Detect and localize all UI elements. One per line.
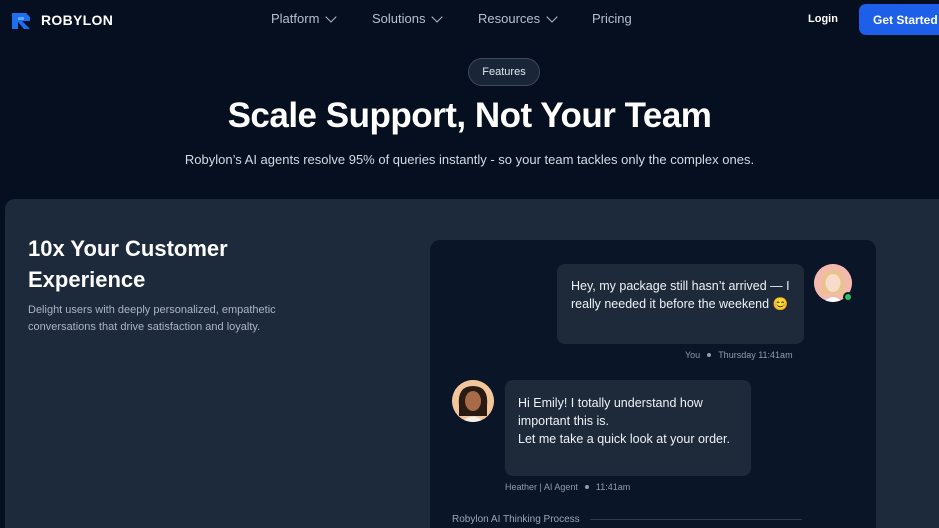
- nav-resources-label: Resources: [478, 11, 541, 26]
- nav-pricing-label: Pricing: [592, 11, 632, 26]
- nav-pricing[interactable]: Pricing: [592, 11, 632, 26]
- heather-avatar: [452, 380, 494, 422]
- nav-platform-label: Platform: [271, 11, 320, 26]
- brand-logo[interactable]: ROBYLON: [10, 9, 113, 31]
- get-started-button[interactable]: Get Started: [859, 4, 939, 35]
- chevron-down-icon: [546, 10, 558, 23]
- feature-title: 10x Your Customer Experience: [28, 236, 228, 292]
- chevron-down-icon: [325, 10, 338, 23]
- thinking-process-label: Robylon AI Thinking Process: [452, 514, 580, 525]
- features-badge: Features: [468, 58, 540, 86]
- divider-line: [589, 519, 802, 520]
- nav-solutions[interactable]: Solutions: [372, 10, 444, 26]
- user-sender: You: [685, 350, 701, 360]
- feature-description: Delight users with deeply personalized, …: [28, 304, 276, 333]
- user-message-time: Thursday 11:41am: [718, 350, 793, 360]
- hero-subtitle: Robylon’s AI agents resolve 95% of queri…: [184, 152, 755, 167]
- login-link[interactable]: Login: [808, 13, 838, 25]
- top-navbar: ROBYLON Platform Solutions Resources Pri…: [0, 0, 939, 40]
- user-message-bubble: Hey, my package still hasn’t arrived — I…: [557, 264, 804, 344]
- agent-message-meta: Heather | AI Agent 11:41am: [505, 482, 630, 492]
- separator-dot: [707, 353, 712, 357]
- robylon-logo-icon: [10, 9, 32, 31]
- online-status-indicator: [843, 292, 853, 302]
- brand-name: ROBYLON: [41, 12, 114, 28]
- agent-message-line-1: Hi Emily! I totally understand how impor…: [518, 396, 703, 428]
- nav-platform[interactable]: Platform: [271, 10, 338, 26]
- agent-sender: Heather | AI Agent: [505, 482, 578, 492]
- hero-title: Scale Support, Not Your Team: [227, 96, 712, 135]
- user-message-text: Hey, my package still hasn’t arrived — I…: [571, 279, 790, 311]
- chat-demo-panel: Hey, my package still hasn’t arrived — I…: [430, 240, 876, 528]
- separator-dot: [584, 485, 589, 489]
- user-message-meta: You Thursday 11:41am: [685, 350, 793, 360]
- nav-resources[interactable]: Resources: [478, 10, 558, 26]
- chevron-down-icon: [431, 10, 444, 23]
- agent-message-time: 11:41am: [595, 482, 631, 492]
- agent-message-line-2: Let me take a quick look at your order.: [518, 432, 730, 446]
- nav-solutions-label: Solutions: [372, 11, 426, 26]
- agent-message-bubble: Hi Emily! I totally understand how impor…: [505, 380, 751, 476]
- thinking-process-header: Robylon AI Thinking Process: [452, 514, 802, 525]
